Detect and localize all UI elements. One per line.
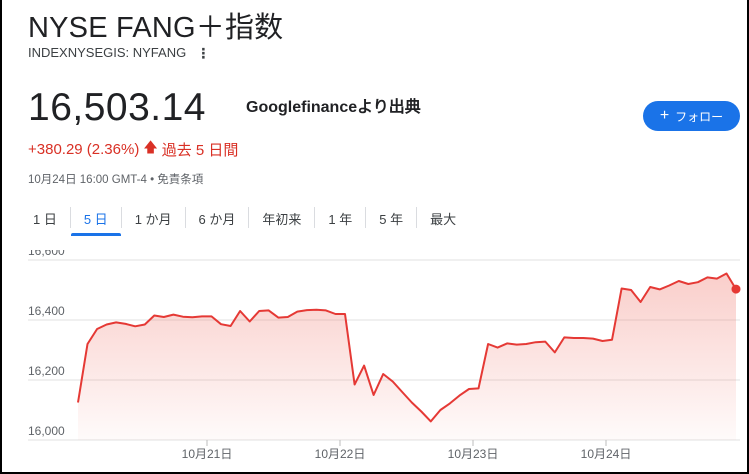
price-chart[interactable]: 16,600 16,400 16,200 16,000 10月21日 10月22日 10月2… xyxy=(0,250,749,472)
tab-max[interactable]: 最大 xyxy=(417,204,469,236)
change-period: 過去 5 日間 xyxy=(161,141,239,159)
x-tick-label: 10月21日 xyxy=(182,447,233,461)
tab-1m[interactable]: 1 か月 xyxy=(122,204,185,236)
ticker-row: INDEXNYSEGIS: NYFANG ⋮ xyxy=(28,45,210,60)
x-tick-label: 10月22日 xyxy=(315,447,366,461)
y-tick-label: 16,600 xyxy=(28,250,65,258)
kebab-vertical-icon[interactable]: ⋮ xyxy=(196,46,210,60)
y-tick-label: 16,400 xyxy=(28,304,65,318)
latest-price-marker[interactable] xyxy=(731,284,741,294)
x-tick-label: 10月24日 xyxy=(581,447,632,461)
follow-button[interactable]: + フォロー xyxy=(643,101,740,131)
current-price: 16,503.14 xyxy=(28,86,207,129)
tab-5y[interactable]: 5 年 xyxy=(366,204,416,236)
tab-6m[interactable]: 6 か月 xyxy=(186,204,249,236)
y-tick-label: 16,000 xyxy=(28,424,65,438)
follow-button-label: フォロー xyxy=(675,109,724,124)
y-tick-label: 16,200 xyxy=(28,364,65,378)
tab-1d[interactable]: 1 日 xyxy=(20,204,70,236)
x-tick-label: 10月23日 xyxy=(448,447,499,461)
ticker-symbol: INDEXNYSEGIS: NYFANG xyxy=(28,45,187,60)
tab-ytd[interactable]: 年初来 xyxy=(249,204,314,236)
page-title: NYSE FANG＋指数 xyxy=(28,12,284,44)
range-tabs: 1 日 5 日 1 か月 6 か月 年初来 1 年 5 年 最大 xyxy=(20,204,469,236)
arrow-up-icon: 🡅 xyxy=(143,139,158,155)
timestamp-disclaimer[interactable]: 10月24日 16:00 GMT-4 • 免責条項 xyxy=(28,171,203,187)
tab-1y[interactable]: 1 年 xyxy=(315,204,365,236)
price-change: +380.29 (2.36%) 🡅 過去 5 日間 xyxy=(28,137,238,161)
plus-icon: + xyxy=(659,107,670,124)
tab-5d[interactable]: 5 日 xyxy=(70,204,121,236)
source-annotation: Googlefinanceより出典 xyxy=(246,99,421,116)
change-value: +380.29 (2.36%) xyxy=(28,140,140,158)
